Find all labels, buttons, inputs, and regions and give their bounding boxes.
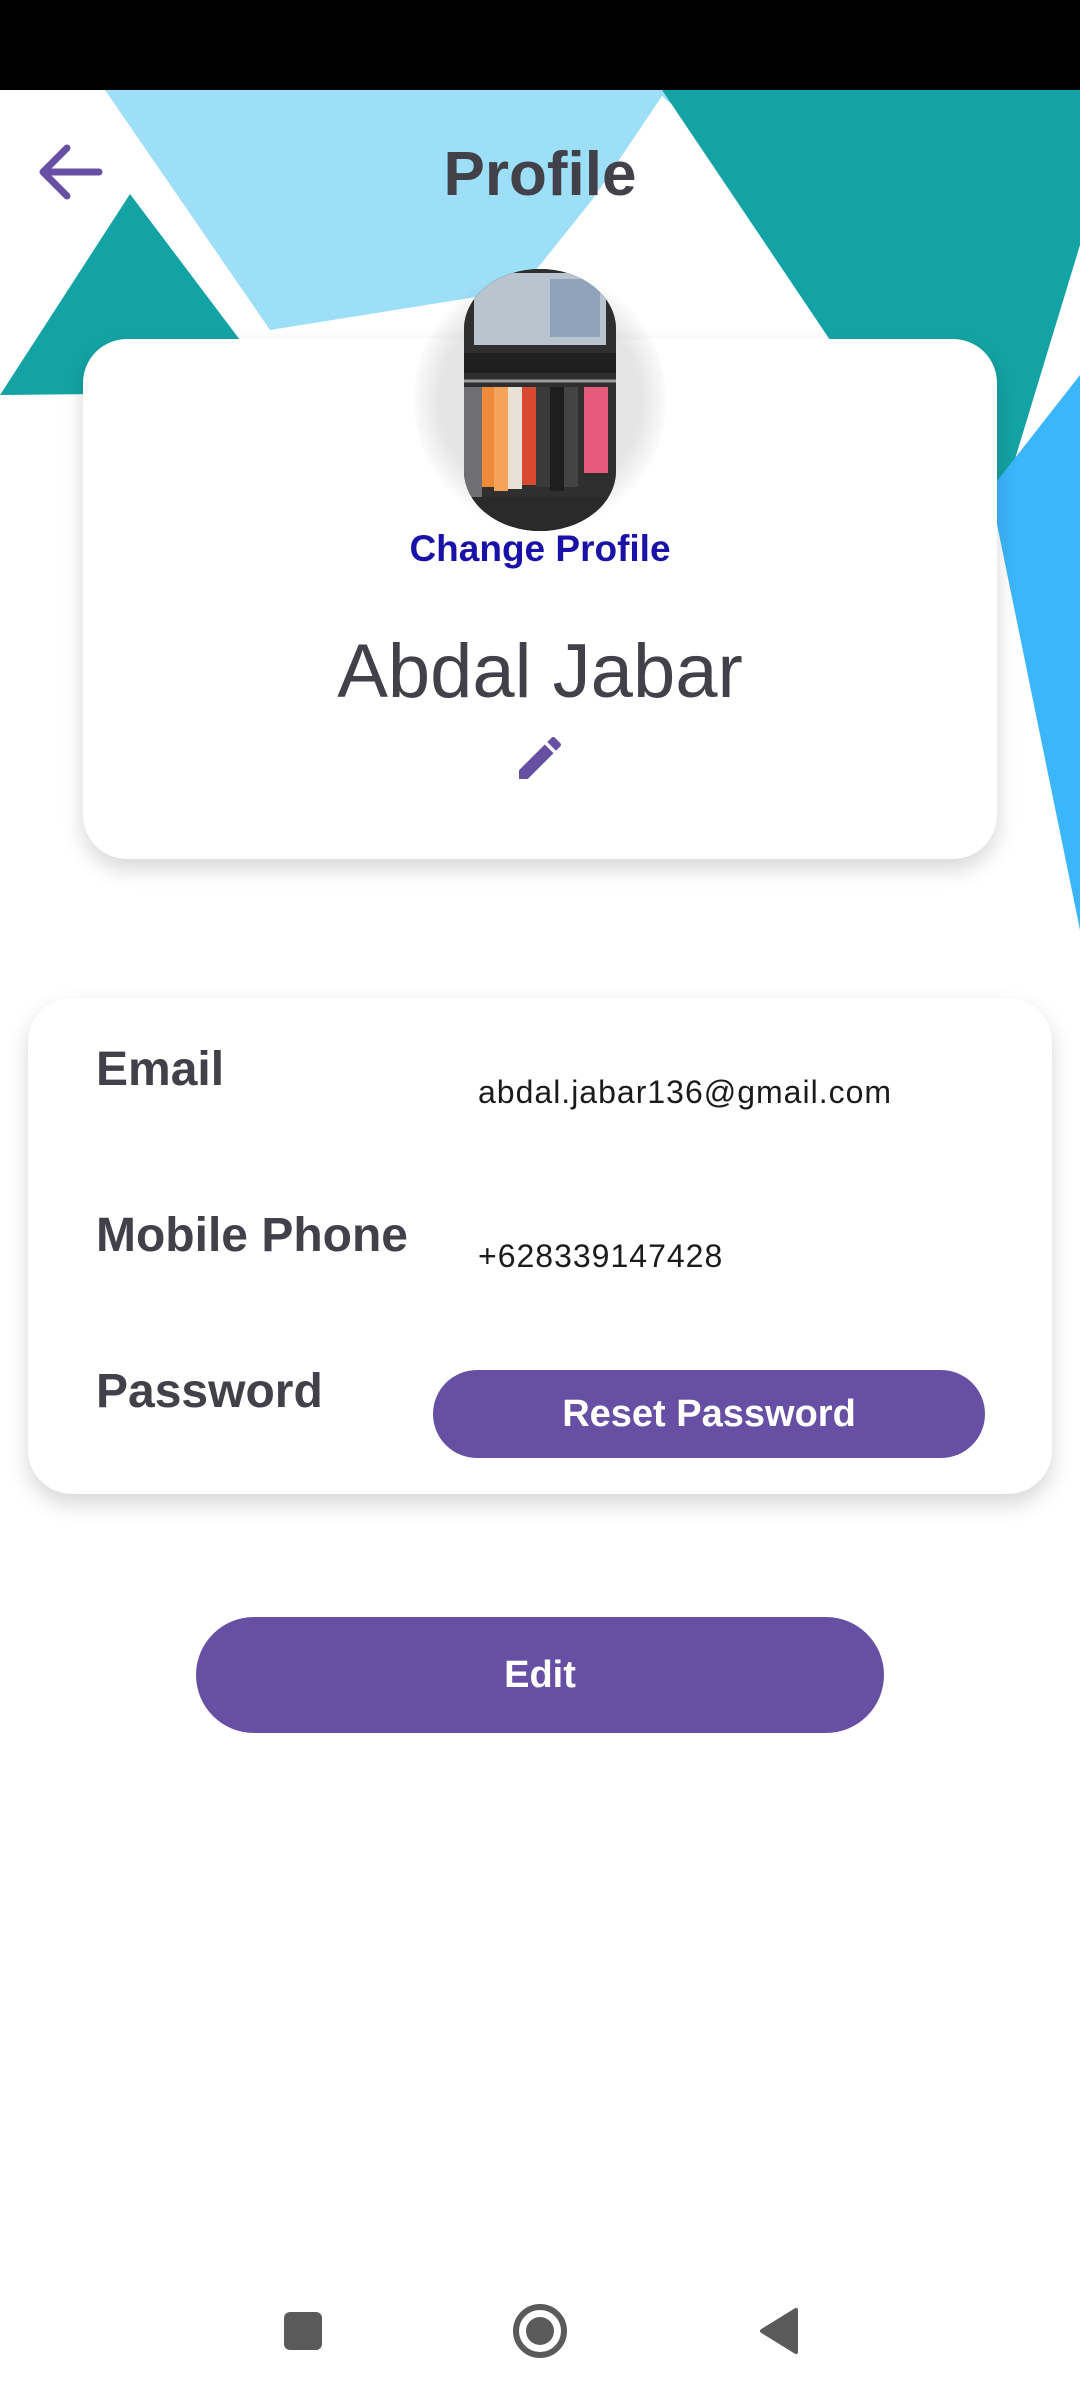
recents-button[interactable] [243, 2262, 363, 2400]
email-value: abdal.jabar136@gmail.com [478, 1074, 893, 1110]
profile-screen: Profile Change Profile Abdal Jabar Email… [0, 0, 1080, 2400]
mobile-phone-label: Mobile Phone [96, 1209, 408, 1262]
profile-photo [464, 269, 616, 531]
user-name: Abdal Jabar [337, 629, 743, 714]
reset-password-button[interactable]: Reset Password [433, 1370, 985, 1458]
square-icon [284, 2312, 322, 2350]
avatar-container[interactable] [414, 268, 666, 532]
edit-name-button[interactable] [504, 722, 576, 794]
edit-button[interactable]: Edit [196, 1617, 884, 1733]
password-label: Password [96, 1365, 323, 1418]
circle-icon [513, 2304, 567, 2358]
email-label: Email [96, 1043, 225, 1096]
triangle-back-icon [760, 2308, 798, 2354]
status-bar [0, 0, 1080, 90]
page-title: Profile [443, 140, 637, 209]
pencil-icon [519, 736, 562, 779]
home-button[interactable] [480, 2262, 600, 2400]
mobile-phone-value: +628339147428 [478, 1238, 724, 1274]
system-back-button[interactable] [718, 2262, 838, 2400]
change-profile-link[interactable]: Change Profile [0, 528, 1080, 570]
account-details-card: Email abdal.jabar136@gmail.com Mobile Ph… [28, 998, 1052, 1494]
system-navigation-bar [0, 2262, 1080, 2400]
avatar [464, 269, 616, 531]
